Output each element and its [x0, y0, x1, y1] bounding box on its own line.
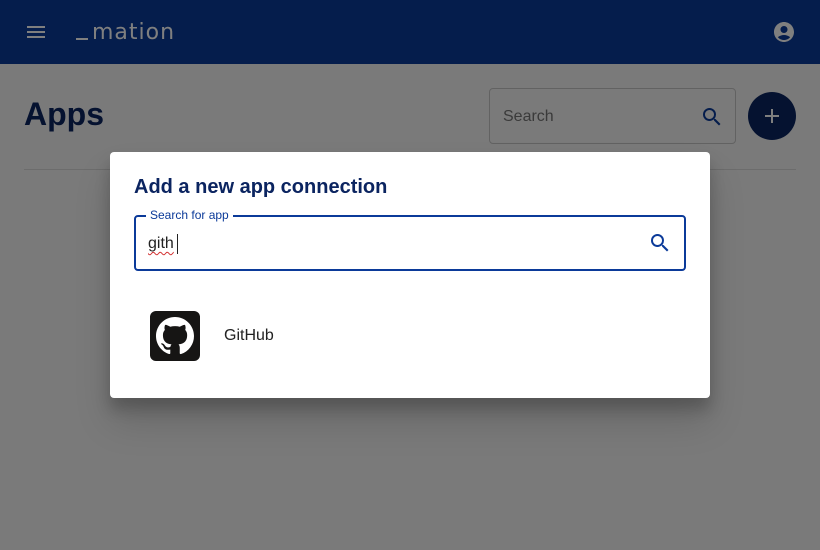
app-search-label: Search for app [146, 208, 233, 222]
dialog-title: Add a new app connection [134, 176, 388, 198]
app-search-input[interactable]: gith [148, 234, 174, 254]
app-search-field[interactable]: Search for app gith [134, 208, 686, 271]
app-result-item[interactable]: GitHub [134, 294, 686, 378]
text-caret [177, 234, 178, 254]
search-icon[interactable] [648, 231, 672, 255]
app-result-name: GitHub [224, 327, 274, 344]
add-app-dialog: Add a new app connection Search for app … [110, 152, 710, 398]
github-icon [150, 311, 200, 361]
